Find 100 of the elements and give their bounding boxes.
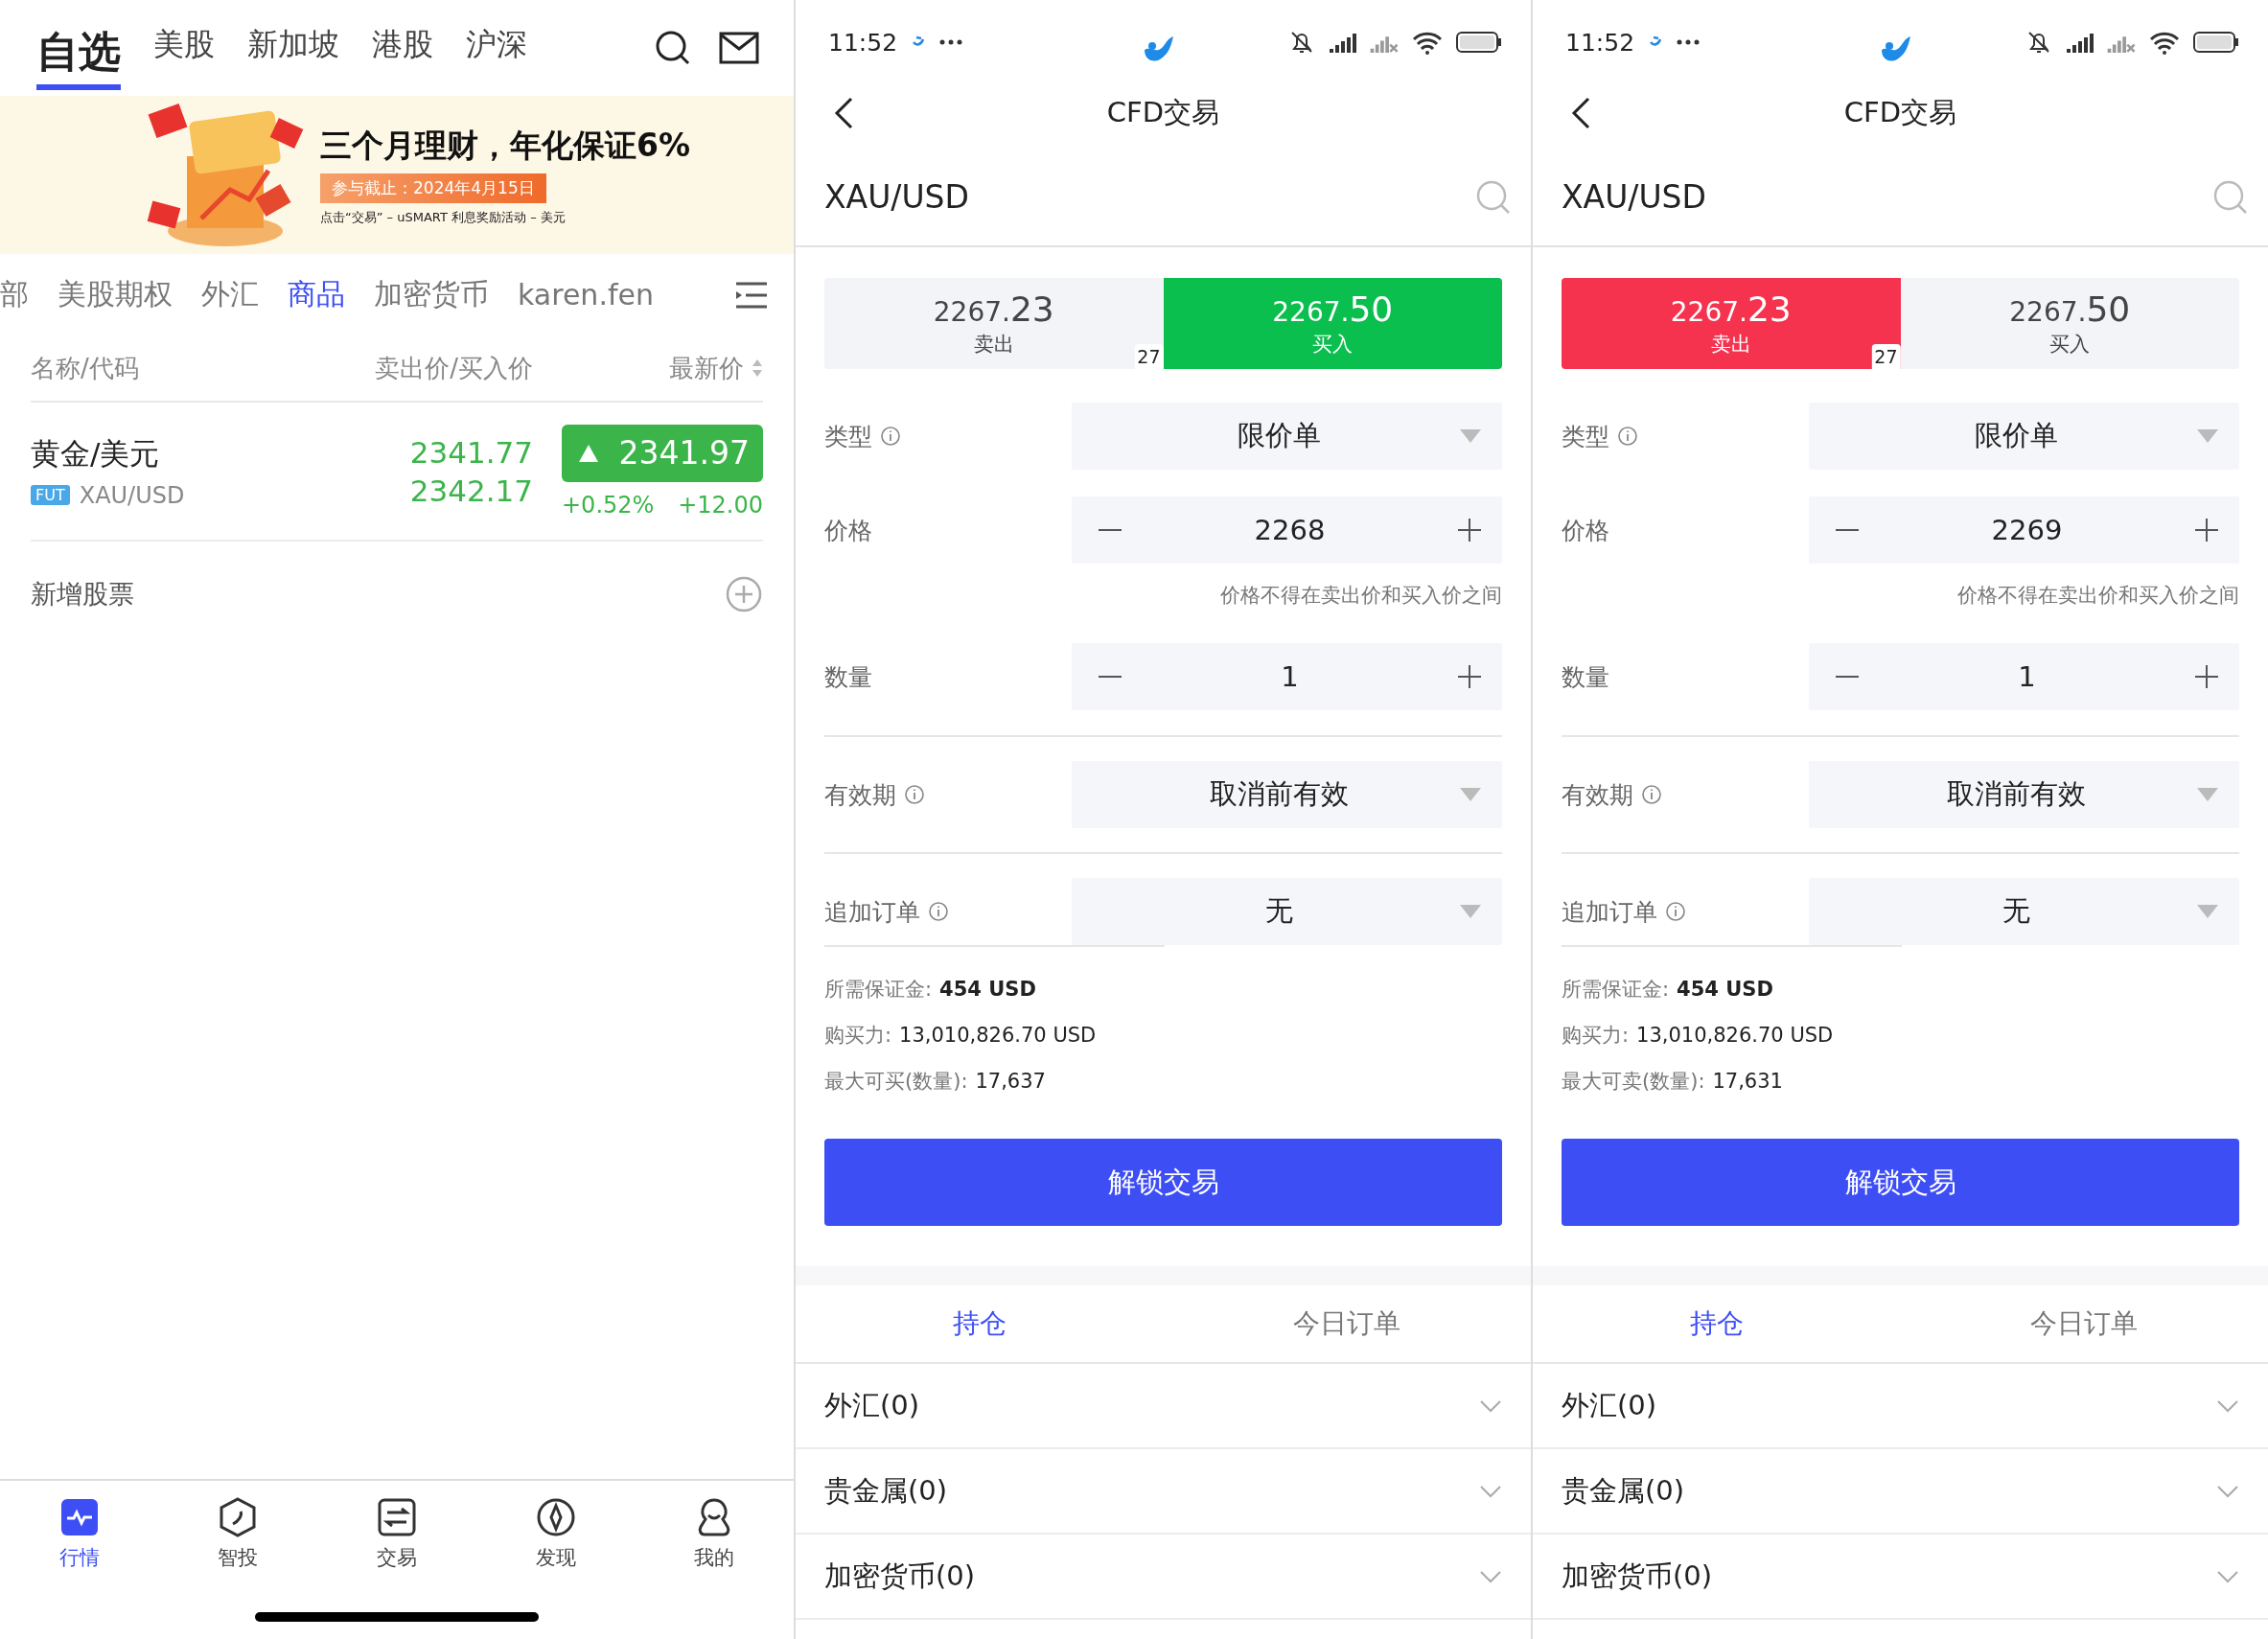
plus-button[interactable]: [2195, 665, 2218, 688]
market-tab[interactable]: 新加坡: [247, 24, 339, 72]
position-group-row[interactable]: 外汇(0): [1533, 1364, 2268, 1449]
dropdown-field[interactable]: 无: [1072, 878, 1502, 945]
orders-tab[interactable]: 持仓: [796, 1285, 1164, 1362]
nav-tab[interactable]: 交易: [317, 1496, 476, 1573]
plus-button[interactable]: [1458, 519, 1481, 542]
value-field[interactable]: 2268: [1122, 514, 1458, 546]
minus-button[interactable]: [1099, 675, 1122, 679]
search-button[interactable]: [654, 29, 692, 67]
dropdown-field[interactable]: 限价单: [1072, 403, 1502, 470]
market-tab[interactable]: 港股: [372, 24, 433, 72]
chevron-down-icon: [1479, 1398, 1502, 1413]
status-time: 11:52: [1565, 28, 1635, 57]
chevron-down-icon: [1479, 1484, 1502, 1498]
unlock-trade-button[interactable]: 解锁交易: [1562, 1139, 2239, 1226]
search-icon: [1475, 178, 1512, 216]
category-tab[interactable]: 商品: [288, 275, 345, 314]
minus-button[interactable]: [1836, 528, 1859, 532]
field-label: 有效期: [1562, 779, 1633, 811]
category-tab[interactable]: 外汇: [201, 275, 259, 314]
field-label: 有效期: [824, 779, 896, 811]
back-button[interactable]: [832, 95, 855, 130]
orders-tab[interactable]: 今日订单: [1163, 1285, 1531, 1362]
summary-value: 17,637: [975, 1070, 1046, 1093]
menu-button[interactable]: [734, 280, 769, 310]
symbol-title: XAU/USD: [824, 178, 969, 216]
category-tab[interactable]: 部: [0, 275, 29, 314]
stock-row[interactable]: 黄金/美元 FUT XAU/USD 2341.77 2342.17 2341.97 +0.52% +12.00: [31, 403, 763, 542]
plus-button[interactable]: [1458, 665, 1481, 688]
chevron-down-icon: [1479, 1569, 1502, 1583]
summary-value: 454 USD: [1677, 978, 1773, 1001]
hint-text: 价格不得在卖出价和买入价之间: [1956, 583, 2239, 609]
buy-price-button[interactable]: 2267.50 买入: [1900, 278, 2239, 369]
more-icon: [939, 39, 963, 45]
swap-icon: [376, 1496, 418, 1538]
minus-button[interactable]: [1836, 675, 1859, 679]
nav-tab[interactable]: 行情: [0, 1496, 159, 1573]
caret-icon: [1460, 905, 1481, 918]
plus-button[interactable]: [2195, 519, 2218, 542]
caret-icon: [2197, 429, 2218, 443]
value-field[interactable]: 2269: [1859, 514, 2195, 546]
summary-value: 454 USD: [939, 978, 1036, 1001]
more-icon: [1677, 39, 1701, 45]
battery-icon: [1456, 31, 1502, 54]
summary-label: 最大可卖(数量):: [1562, 1069, 1705, 1095]
category-tab[interactable]: karen.fen: [518, 278, 654, 312]
deadline-label: 参与截止：2024年4月15日: [320, 173, 546, 203]
banner-title: 三个月理财，年化保证6%: [320, 125, 691, 166]
page-title: CFD交易: [1843, 94, 1957, 130]
add-stock-label: 新增股票: [31, 578, 134, 611]
plus-icon: [1458, 519, 1481, 542]
category-tab[interactable]: 加密货币: [374, 275, 489, 314]
position-group-row[interactable]: 加密货币(0): [1533, 1535, 2268, 1620]
stock-code: XAU/USD: [79, 481, 185, 509]
dropdown-field[interactable]: 限价单: [1809, 403, 2239, 470]
symbol-title: XAU/USD: [1562, 178, 1706, 216]
column-header[interactable]: 最新价: [669, 351, 744, 385]
promo-banner[interactable]: 三个月理财，年化保证6% 参与截止：2024年4月15日 点击“交易” – uSMART 利息奖励活动 – 美元: [0, 96, 794, 254]
minus-button[interactable]: [1099, 528, 1122, 532]
nav-tab[interactable]: 发现: [475, 1496, 636, 1573]
minus-icon: [1836, 528, 1859, 532]
market-tab[interactable]: 自选: [36, 23, 121, 90]
orders-tab[interactable]: 今日订单: [1900, 1285, 2268, 1362]
caret-icon: [2197, 905, 2218, 918]
category-tab[interactable]: 美股期权: [58, 275, 173, 314]
position-group-row[interactable]: 加密货币(0): [796, 1535, 1531, 1620]
field-label: 类型: [824, 421, 872, 452]
market-tab[interactable]: 美股: [153, 24, 215, 72]
position-group-row[interactable]: 贵金属(0): [1533, 1449, 2268, 1535]
info-icon: [880, 426, 901, 447]
field-label: 类型: [1562, 421, 1609, 452]
position-group-row[interactable]: 贵金属(0): [796, 1449, 1531, 1535]
value-field[interactable]: 1: [1859, 660, 2195, 693]
summary-label: 所需保证金:: [824, 977, 933, 1003]
orders-tab[interactable]: 持仓: [1533, 1285, 1901, 1362]
info-icon: [904, 784, 925, 805]
summary-value: 13,010,826.70 USD: [1636, 1024, 1834, 1047]
dropdown-field[interactable]: 取消前有效: [1072, 761, 1502, 828]
market-tab[interactable]: 沪深: [466, 24, 527, 72]
summary-label: 所需保证金:: [1562, 977, 1670, 1003]
unlock-trade-button[interactable]: 解锁交易: [824, 1139, 1502, 1226]
nav-tab[interactable]: 我的: [635, 1496, 794, 1573]
bell-muted-icon: [1289, 30, 1314, 55]
search-icon: [654, 29, 692, 67]
plus-circle-icon: [725, 575, 763, 613]
mail-button[interactable]: [719, 32, 759, 64]
caret-icon: [1460, 429, 1481, 443]
summary-label: 购买力:: [1562, 1023, 1630, 1049]
dropdown-field[interactable]: 无: [1809, 878, 2239, 945]
position-group-row[interactable]: 外汇(0): [796, 1364, 1531, 1449]
info-icon: [1641, 784, 1662, 805]
back-button[interactable]: [1569, 95, 1592, 130]
value-field[interactable]: 1: [1122, 660, 1458, 693]
column-header: 名称/代码: [31, 352, 140, 384]
triangle-up-icon: [579, 444, 598, 462]
dropdown-field[interactable]: 取消前有效: [1809, 761, 2239, 828]
field-label: 价格: [824, 515, 872, 546]
nav-tab[interactable]: 智投: [158, 1496, 318, 1573]
spread-badge: 27: [1134, 344, 1164, 369]
